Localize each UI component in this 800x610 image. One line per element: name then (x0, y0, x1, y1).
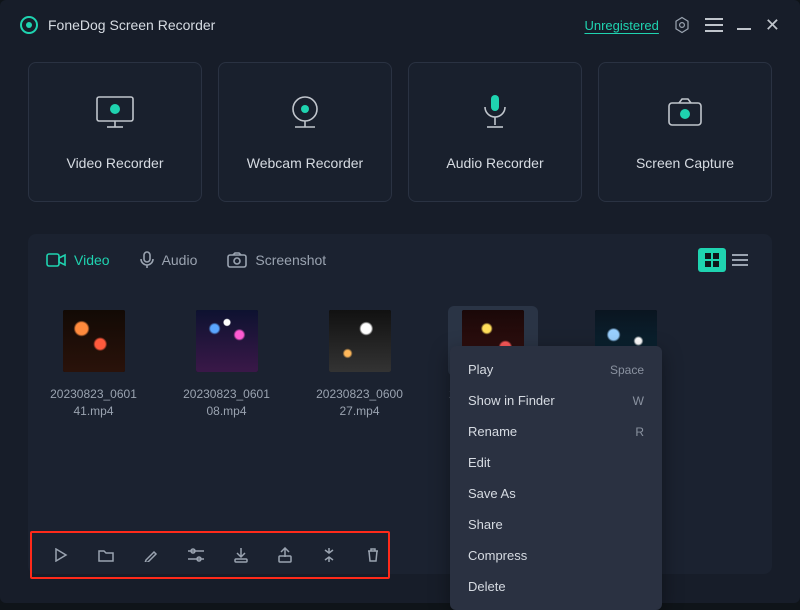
menu-shortcut: R (635, 425, 644, 439)
sliders-icon[interactable] (188, 546, 204, 564)
tab-audio[interactable]: Audio (140, 251, 198, 269)
minimize-icon[interactable] (737, 28, 751, 30)
menu-delete[interactable]: Delete (450, 571, 662, 602)
webcam-icon (281, 93, 329, 133)
media-item[interactable]: 20230823_0600 27.mp4 (312, 306, 407, 420)
audio-recorder-card[interactable]: Audio Recorder (408, 62, 582, 202)
titlebar-actions: Unregistered ✕ (584, 16, 780, 34)
menu-share[interactable]: Share (450, 509, 662, 540)
microphone-icon (471, 93, 519, 133)
thumbnail-icon (329, 310, 391, 372)
menu-shortcut: W (633, 394, 644, 408)
menu-show-in-finder[interactable]: Show in Finder W (450, 385, 662, 416)
tab-screenshot[interactable]: Screenshot (227, 252, 326, 268)
media-item[interactable]: 20230823_0601 41.mp4 (46, 306, 141, 420)
card-label: Webcam Recorder (247, 155, 363, 171)
card-label: Screen Capture (636, 155, 734, 171)
camera-icon (661, 93, 709, 133)
app-logo-icon (20, 16, 38, 34)
tab-label: Audio (162, 252, 198, 268)
app-window: FoneDog Screen Recorder Unregistered ✕ (0, 0, 800, 603)
menu-label: Edit (468, 455, 490, 470)
app-title: FoneDog Screen Recorder (48, 17, 215, 33)
close-icon[interactable]: ✕ (765, 16, 780, 34)
menu-label: Show in Finder (468, 393, 555, 408)
menu-rename[interactable]: Rename R (450, 416, 662, 447)
card-label: Video Recorder (66, 155, 163, 171)
monitor-record-icon (91, 93, 139, 133)
list-view-button[interactable] (726, 248, 754, 272)
screen-capture-card[interactable]: Screen Capture (598, 62, 772, 202)
compress-icon[interactable] (322, 546, 336, 564)
share-icon[interactable] (278, 546, 292, 564)
menu-edit[interactable]: Edit (450, 447, 662, 478)
titlebar: FoneDog Screen Recorder Unregistered ✕ (0, 0, 800, 50)
folder-icon[interactable] (98, 546, 114, 564)
play-icon[interactable] (54, 546, 68, 564)
video-recorder-card[interactable]: Video Recorder (28, 62, 202, 202)
tab-label: Screenshot (255, 252, 326, 268)
menu-label: Play (468, 362, 493, 377)
menu-shortcut: Space (610, 363, 644, 377)
media-filename: 20230823_0601 41.mp4 (50, 386, 137, 420)
menu-label: Rename (468, 424, 517, 439)
download-icon[interactable] (234, 546, 248, 564)
menu-save-as[interactable]: Save As (450, 478, 662, 509)
tab-video[interactable]: Video (46, 252, 110, 268)
media-item[interactable]: 20230823_0601 08.mp4 (179, 306, 274, 420)
edit-icon[interactable] (144, 546, 158, 564)
menu-icon[interactable] (705, 16, 723, 34)
menu-play[interactable]: Play Space (450, 354, 662, 385)
menu-label: Delete (468, 579, 506, 594)
menu-compress[interactable]: Compress (450, 540, 662, 571)
webcam-recorder-card[interactable]: Webcam Recorder (218, 62, 392, 202)
menu-label: Share (468, 517, 503, 532)
registration-status-link[interactable]: Unregistered (584, 18, 658, 33)
panel-tabs: Video Audio Screenshot (28, 234, 772, 280)
recorder-cards: Video Recorder Webcam Recorder Audio Rec… (0, 50, 800, 202)
media-filename: 20230823_0601 08.mp4 (183, 386, 270, 420)
tab-label: Video (74, 252, 110, 268)
media-toolbar (30, 531, 390, 579)
brand: FoneDog Screen Recorder (20, 16, 215, 34)
card-label: Audio Recorder (446, 155, 543, 171)
context-menu: Play Space Show in Finder W Rename R Edit S… (450, 346, 662, 610)
gear-icon[interactable] (673, 16, 691, 34)
media-filename: 20230823_0600 27.mp4 (316, 386, 403, 420)
menu-label: Save As (468, 486, 516, 501)
menu-label: Compress (468, 548, 527, 563)
trash-icon[interactable] (366, 546, 380, 564)
grid-view-button[interactable] (698, 248, 726, 272)
thumbnail-icon (196, 310, 258, 372)
thumbnail-icon (63, 310, 125, 372)
view-toggle (698, 248, 754, 272)
